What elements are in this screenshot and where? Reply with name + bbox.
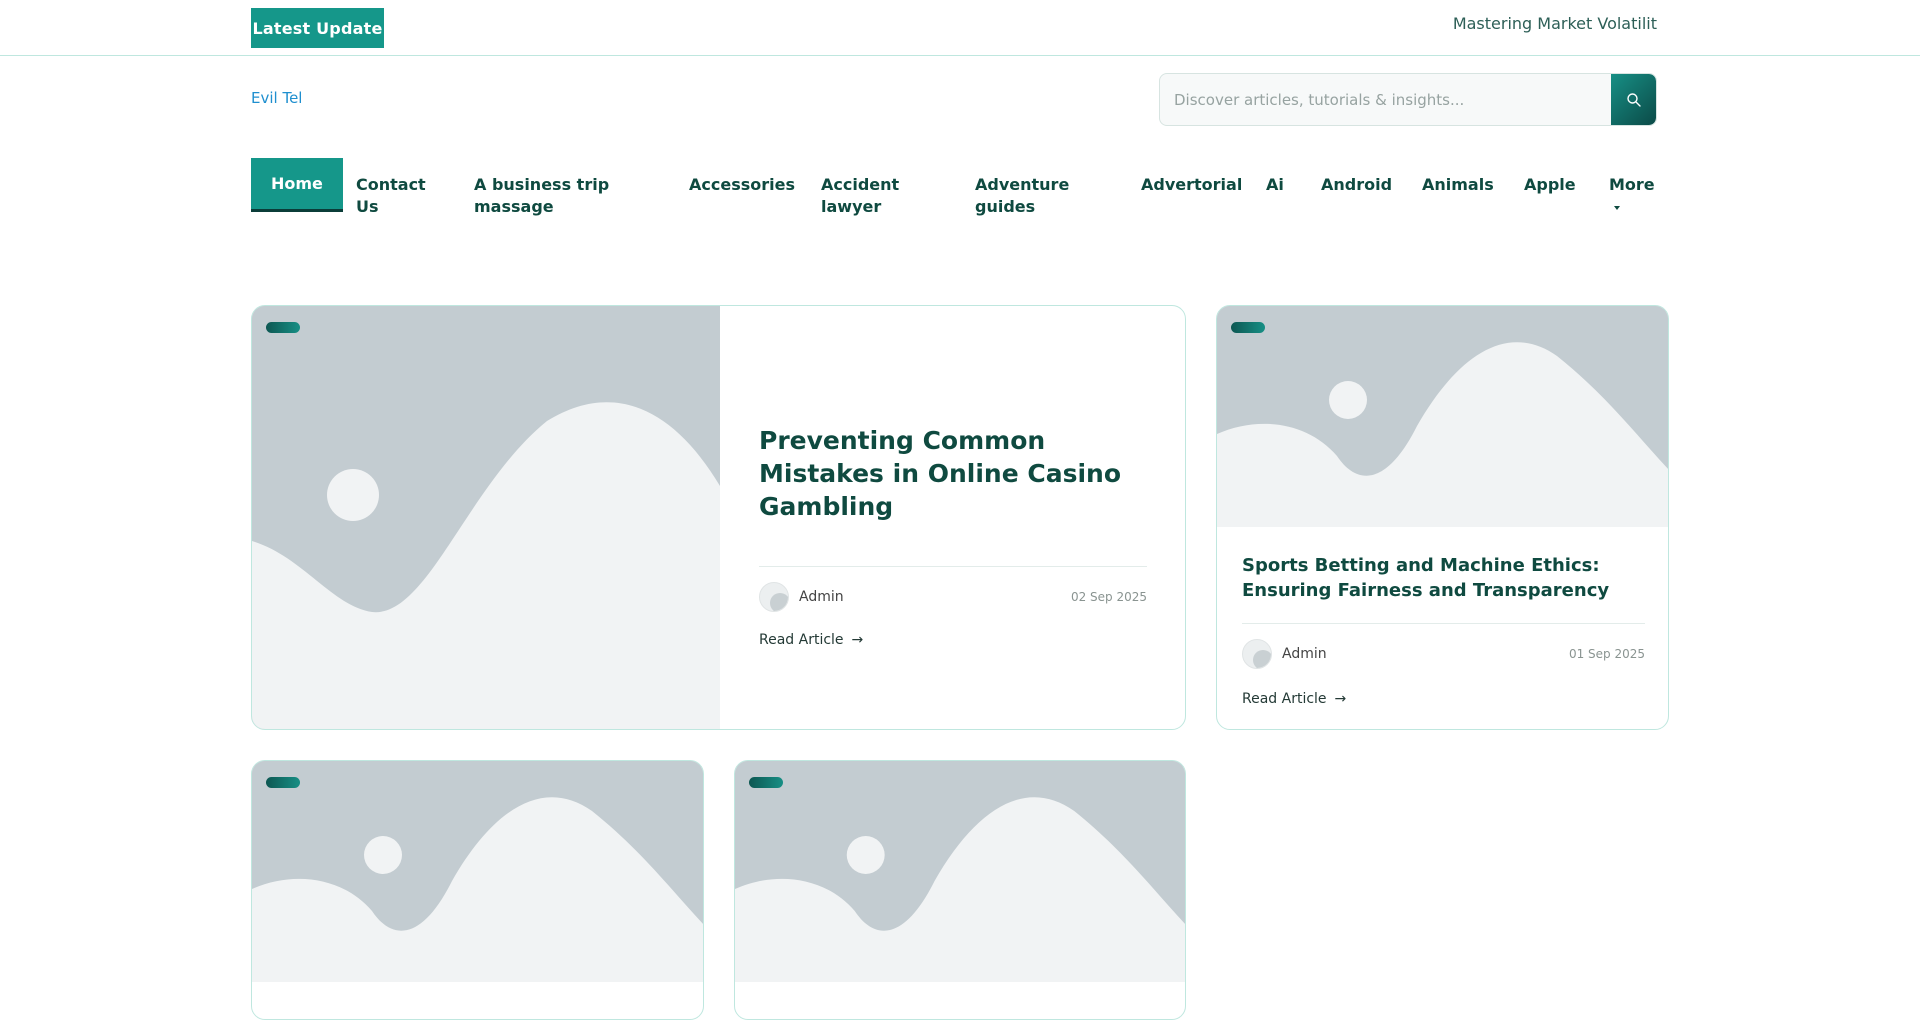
category-pill bbox=[266, 777, 300, 788]
post-thumbnail[interactable] bbox=[735, 761, 1185, 982]
read-article-link[interactable]: Read Article → bbox=[759, 632, 863, 648]
post-title[interactable]: Sports Betting and Machine Ethics: Ensur… bbox=[1242, 553, 1645, 603]
nav-item-accessories[interactable]: Accessories bbox=[689, 174, 795, 196]
search-icon bbox=[1626, 92, 1641, 107]
top-bar: Latest Update Mastering Market Volatilit bbox=[0, 0, 1920, 56]
post-author: Admin bbox=[759, 582, 844, 612]
post-card bbox=[251, 760, 704, 1020]
image-placeholder-icon bbox=[252, 306, 720, 729]
chevron-down-icon bbox=[1614, 205, 1620, 210]
nav-item-advertorial[interactable]: Advertorial bbox=[1141, 174, 1242, 196]
image-placeholder-icon bbox=[735, 761, 1185, 982]
avatar bbox=[759, 582, 789, 612]
post-thumbnail[interactable] bbox=[252, 306, 720, 729]
nav-item-animals[interactable]: Animals bbox=[1422, 174, 1494, 196]
category-pill bbox=[266, 322, 300, 333]
nav-item-more[interactable]: More bbox=[1609, 174, 1661, 218]
read-article-label: Read Article bbox=[1242, 691, 1327, 707]
post-author: Admin bbox=[1242, 639, 1327, 669]
search-button[interactable] bbox=[1611, 74, 1656, 125]
arrow-right-icon: → bbox=[1334, 691, 1347, 707]
image-placeholder-icon bbox=[1217, 306, 1668, 527]
nav-more-label: More bbox=[1609, 175, 1655, 194]
post-date: 01 Sep 2025 bbox=[1568, 647, 1645, 661]
post-title[interactable]: Preventing Common Mistakes in Online Cas… bbox=[759, 424, 1147, 523]
post-thumbnail[interactable] bbox=[252, 761, 703, 982]
nav-item-adventure-guides[interactable]: Adventure guides bbox=[975, 174, 1075, 218]
nav-item-contact-us[interactable]: Contact Us bbox=[356, 174, 436, 218]
read-article-label: Read Article bbox=[759, 632, 844, 648]
category-pill bbox=[1231, 322, 1265, 333]
post-meta: Admin 02 Sep 2025 bbox=[759, 582, 1147, 612]
latest-update-badge: Latest Update bbox=[251, 8, 384, 48]
post-thumbnail[interactable] bbox=[1217, 306, 1668, 527]
arrow-right-icon: → bbox=[851, 632, 864, 648]
author-name: Admin bbox=[1282, 646, 1327, 662]
nav-item-business-trip-massage[interactable]: A business trip massage bbox=[474, 174, 624, 218]
ticker-headline-link[interactable]: Mastering Market Volatilit bbox=[1453, 14, 1657, 33]
post-card: Sports Betting and Machine Ethics: Ensur… bbox=[1216, 305, 1669, 730]
search-input[interactable] bbox=[1160, 74, 1611, 125]
avatar bbox=[1242, 639, 1272, 669]
post-date: 02 Sep 2025 bbox=[1070, 590, 1147, 604]
nav-item-android[interactable]: Android bbox=[1321, 174, 1392, 196]
nav-item-apple[interactable]: Apple bbox=[1524, 174, 1576, 196]
image-placeholder-icon bbox=[252, 761, 703, 982]
author-name: Admin bbox=[799, 589, 844, 605]
nav-item-accident-lawyer[interactable]: Accident lawyer bbox=[821, 174, 916, 218]
site-brand-link[interactable]: Evil Tel bbox=[251, 89, 302, 107]
divider bbox=[759, 566, 1147, 567]
divider bbox=[1242, 623, 1645, 624]
nav-item-home[interactable]: Home bbox=[251, 158, 343, 212]
nav-item-ai[interactable]: Ai bbox=[1266, 174, 1284, 196]
read-article-link[interactable]: Read Article → bbox=[1242, 691, 1346, 707]
main-nav: Home Contact Us A business trip massage … bbox=[251, 158, 1661, 218]
featured-post-card: Preventing Common Mistakes in Online Cas… bbox=[251, 305, 1186, 730]
post-card bbox=[734, 760, 1186, 1020]
post-meta: Admin 01 Sep 2025 bbox=[1242, 639, 1645, 669]
category-pill bbox=[749, 777, 783, 788]
search-bar bbox=[1159, 73, 1657, 126]
